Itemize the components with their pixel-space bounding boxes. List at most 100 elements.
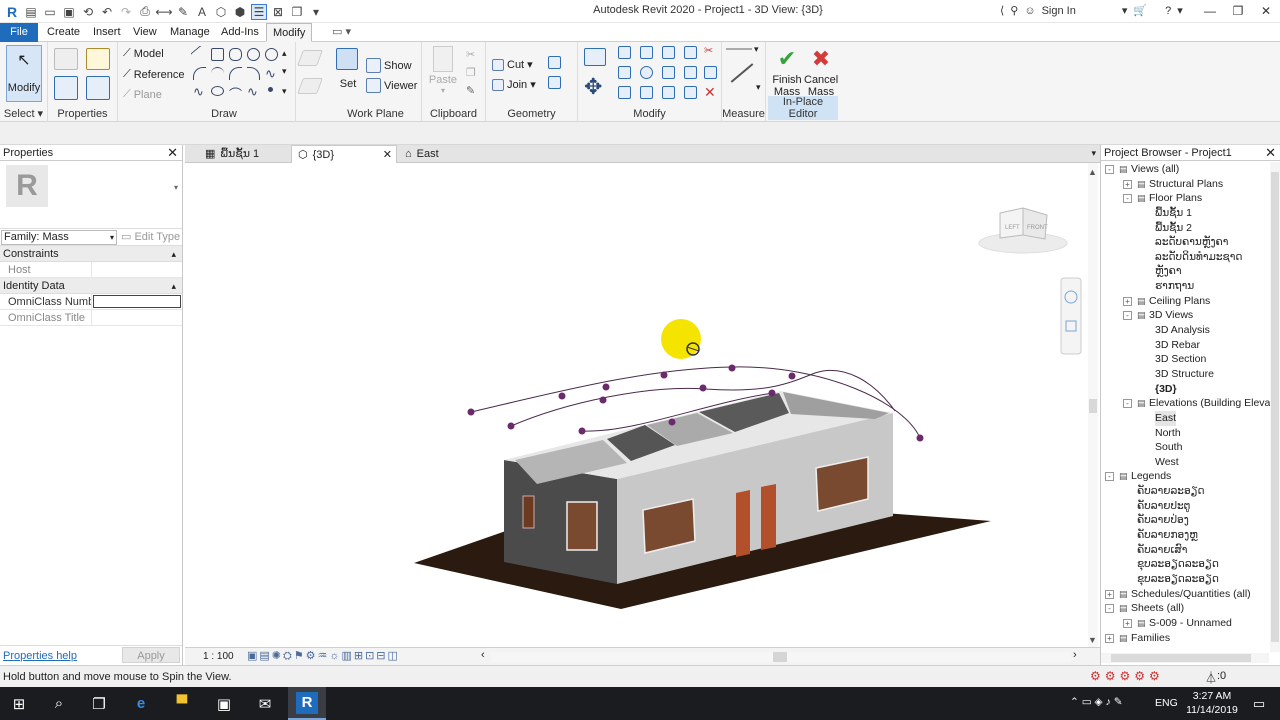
section-constraints[interactable]: Constraints ▴ (0, 246, 182, 262)
hermite-spline-icon[interactable]: ∿ (247, 84, 258, 100)
browser-item[interactable]: East (1101, 410, 1269, 426)
offset-icon[interactable] (618, 46, 631, 59)
tangent-arc-icon[interactable] (229, 67, 242, 80)
finish-mass-button[interactable]: ✔ Finish Mass (770, 48, 804, 99)
dimension-dropdown-icon[interactable]: ▾ (756, 82, 761, 93)
browser-item[interactable]: + ▤ Schedules/Quantities (all) (1101, 587, 1269, 602)
plane-button[interactable]: ⟋ Plane (123, 88, 162, 101)
dimension-icon[interactable] (730, 63, 754, 83)
print-icon[interactable]: ⎙ (137, 4, 153, 20)
horizontal-scrollbar[interactable] (491, 652, 1071, 662)
browser-item[interactable]: West (1101, 455, 1269, 470)
draw-scroll-down-icon[interactable]: ▾ (282, 66, 287, 77)
browser-item[interactable]: - ▤ Sheets (all) (1101, 601, 1269, 616)
browser-item[interactable]: ລະດັບດິນທຳມະຊາດ (1101, 250, 1269, 265)
reference-line-button[interactable]: ⟋ Reference (123, 68, 184, 81)
collapse-icon[interactable]: - (1105, 604, 1114, 614)
model-line-button[interactable]: ⟋ Model (123, 47, 164, 60)
apply-button[interactable]: Apply (122, 647, 180, 663)
expand-icon[interactable]: + (1105, 633, 1114, 643)
match-properties-icon[interactable]: ✎ (466, 84, 475, 97)
collapse-icon[interactable]: - (1123, 194, 1132, 204)
join-geometry-button[interactable]: Join ▾ (492, 78, 536, 91)
3d-model-canvas[interactable]: LEFT FRONT ▲ ▼ (185, 163, 1098, 647)
partial-ellipse-icon[interactable]: ⌒ (229, 84, 242, 103)
type-properties-icon[interactable] (86, 76, 110, 100)
tray-icons[interactable]: ⌃ ▭ ◈ ♪ ✎ (1070, 696, 1123, 720)
measure-icon[interactable]: ⟷ (155, 4, 172, 20)
browser-item[interactable]: ຄັບລາຍເສົາ (1101, 543, 1269, 558)
rotate-icon[interactable] (640, 66, 653, 79)
fillet-arc-icon[interactable] (247, 67, 260, 80)
view-scale[interactable]: 1 : 100 (203, 651, 234, 662)
scale-icon[interactable] (640, 86, 653, 99)
tag-icon[interactable]: ✎ (175, 4, 191, 20)
browser-item[interactable]: ຄັບລາຍລະອຽດ (1101, 484, 1269, 499)
browser-item[interactable]: South (1101, 440, 1269, 455)
language-indicator[interactable]: ENG (1155, 697, 1178, 720)
tab-east[interactable]: ⌂ East (399, 145, 497, 163)
array-icon[interactable] (618, 86, 631, 99)
cart-icon[interactable]: 🛒 (1133, 4, 1147, 17)
copy-clipboard-icon[interactable]: ❐ (466, 66, 476, 79)
polygon-tool-icon[interactable] (229, 48, 242, 61)
viewer-button[interactable]: Viewer (366, 78, 417, 93)
contextual-tab-icon[interactable]: ▭ ▾ (326, 23, 357, 42)
close-icon[interactable]: ✕ (383, 146, 392, 164)
copy-icon[interactable] (618, 66, 631, 79)
revit-logo-icon[interactable]: R (4, 4, 20, 20)
set-workplane-button[interactable]: Set (336, 48, 360, 90)
unpin-icon[interactable] (684, 86, 697, 99)
pick-faces-icon[interactable] (297, 78, 323, 94)
switch-windows-icon[interactable]: ❐ (289, 4, 305, 20)
draw-expand-icon[interactable]: ▾ (282, 86, 287, 97)
collapse-icon[interactable]: - (1123, 399, 1132, 409)
circle-tool-icon[interactable] (247, 48, 260, 61)
close-icon[interactable]: ✕ (167, 145, 178, 161)
ellipse-arc-icon[interactable] (211, 86, 224, 96)
close-window-icon[interactable]: ✕ (1252, 0, 1280, 22)
clock[interactable]: 3:27 AM 11/14/2019 (1186, 690, 1238, 720)
tab-file[interactable]: File (0, 23, 38, 42)
browser-item[interactable]: - ▤ Views (all) (1101, 162, 1269, 177)
browser-item[interactable]: - ▤ 3D Views (1101, 308, 1269, 323)
browser-item[interactable]: 3D Analysis (1101, 323, 1269, 338)
paste-button[interactable]: Paste ▾ (428, 46, 458, 95)
browser-vscroll[interactable] (1270, 162, 1280, 652)
family-types-icon[interactable] (54, 48, 78, 70)
help-icon[interactable]: ? (1165, 5, 1171, 17)
qat-dropdown-icon[interactable]: ▾ (308, 4, 324, 20)
pick-lines-icon[interactable] (297, 50, 323, 66)
spline-tool-icon[interactable]: ∿ (265, 66, 276, 82)
rectangle-tool-icon[interactable] (211, 48, 224, 61)
tab-3d[interactable]: ⬡ {3D} ✕ (291, 145, 397, 163)
hscroll-right-icon[interactable]: › (1073, 649, 1077, 661)
task-view-icon[interactable]: ❐ (80, 687, 118, 720)
expand-icon[interactable]: + (1105, 589, 1114, 599)
scroll-up-icon[interactable]: ▲ (1088, 167, 1097, 177)
signin-dropdown-icon[interactable]: ▾ (1122, 4, 1128, 17)
browser-item[interactable]: ຮາກຖານ (1101, 279, 1269, 294)
sign-in-link[interactable]: Sign In (1042, 5, 1076, 17)
center-arc-icon[interactable] (211, 67, 224, 80)
browser-item[interactable]: - ▤ Elevations (Building Elevation) (1101, 396, 1280, 411)
browser-item[interactable]: ຄັບລາຍປ່ອງ (1101, 513, 1269, 528)
store-icon[interactable]: ▣ (205, 687, 243, 720)
mirror-draw-axis-icon[interactable] (662, 46, 675, 59)
browser-item[interactable]: ພື້ນຊັ້ນ 2 (1101, 221, 1269, 236)
wall-joins-icon[interactable] (548, 56, 561, 69)
filter-icon[interactable]: ⏃ (1205, 669, 1217, 686)
split-face-icon[interactable] (548, 76, 561, 89)
edit-type-button[interactable]: ▭ Edit Type (121, 230, 180, 245)
browser-hscroll-thumb[interactable] (1111, 654, 1251, 662)
browser-hscroll[interactable] (1101, 653, 1269, 663)
properties-help-link[interactable]: Properties help (3, 650, 77, 662)
show-workplane-button[interactable]: Show (366, 58, 412, 73)
browser-item[interactable]: ຫຼັງຄາ (1101, 264, 1269, 279)
browser-item[interactable]: ຂຸບລະອຽດລະອຽດ (1101, 557, 1269, 572)
browser-item[interactable]: + ▤ Families (1101, 631, 1269, 646)
browser-item[interactable]: 3D Structure (1101, 367, 1269, 382)
pin-icon[interactable] (704, 66, 717, 79)
revit-taskbar-icon[interactable]: R (288, 687, 326, 720)
tab-create[interactable]: Create (41, 23, 86, 42)
